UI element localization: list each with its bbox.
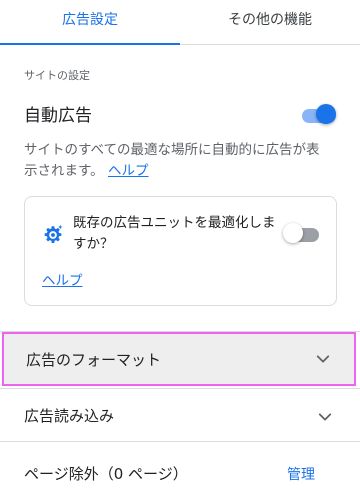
ad-formats-section[interactable]: 広告のフォーマット [2,332,356,386]
manage-exclusions-link[interactable]: 管理 [287,464,315,484]
auto-ads-description: サイトのすべての最適な場所に自動的に広告が表示されます。 ヘルプ [24,140,324,182]
ad-formats-label: 広告のフォーマット [26,351,162,369]
tab-bar: 広告設定 その他の機能 [0,0,360,45]
divider [0,441,360,442]
auto-ads-title: 自動広告 [24,106,92,126]
chevron-down-icon [318,413,332,421]
gear-sparkle-icon [44,224,63,243]
active-tab-indicator [0,43,180,45]
auto-ads-help-link[interactable]: ヘルプ [108,163,149,179]
optimize-existing-units-card: 既存の広告ユニットを最適化しますか？ ヘルプ [24,196,337,306]
optimize-help-link[interactable]: ヘルプ [42,269,83,289]
auto-ads-toggle[interactable] [302,104,336,128]
toggle-knob [316,104,336,124]
ad-load-section[interactable]: 広告読み込み [0,392,360,442]
divider [0,388,360,389]
optimize-question: 既存の広告ユニットを最適化しますか？ [73,215,276,252]
ad-load-label: 広告読み込み [24,407,115,425]
page-exclusions-label: ページ除外（0 ページ） [24,465,188,483]
toggle-knob [283,223,303,243]
site-settings-heading: サイトの設定 [24,69,90,82]
chevron-down-icon [316,355,330,363]
optimize-units-toggle[interactable] [283,223,319,247]
tab-other-features[interactable]: その他の機能 [180,0,360,45]
auto-ads-description-text: サイトのすべての最適な場所に自動的に広告が表示されます。 [24,142,320,179]
tab-label: その他の機能 [228,12,312,28]
tab-ad-settings[interactable]: 広告設定 [0,0,180,45]
tab-label: 広告設定 [62,12,118,28]
page-exclusions-section: ページ除外（0 ページ） 管理 [0,452,360,492]
